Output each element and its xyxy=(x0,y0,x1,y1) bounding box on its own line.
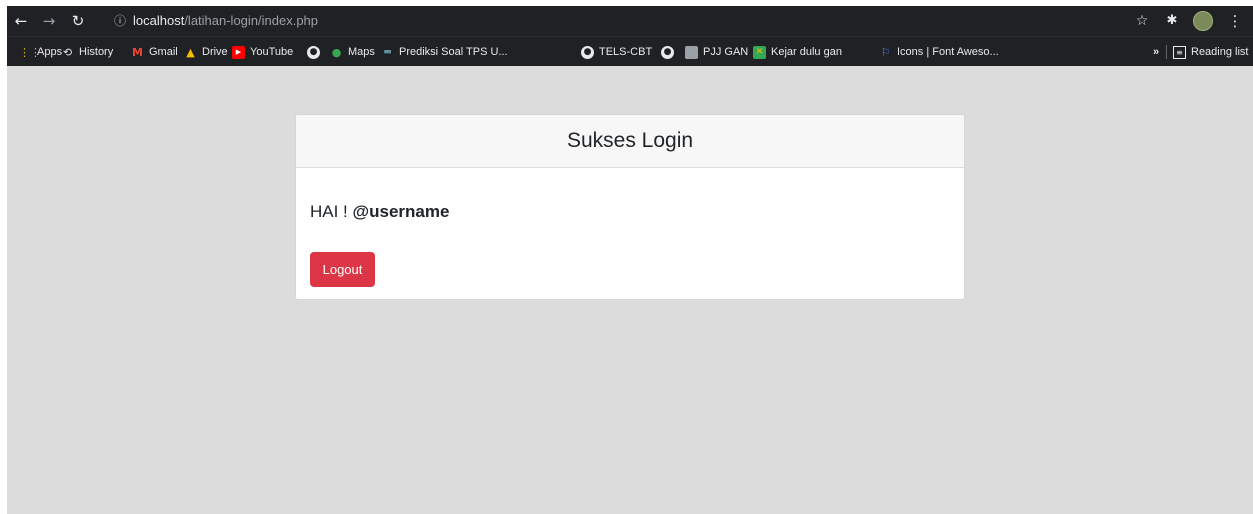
url-path: /latihan-login/index.php xyxy=(184,13,319,28)
globe-icon: ● xyxy=(661,45,674,59)
extensions-puzzle-icon[interactable]: ✱ xyxy=(1162,11,1182,31)
bookmark-label: History xyxy=(79,46,114,58)
greeting-prefix: HAI ! xyxy=(310,202,348,221)
bookmark-label: YouTube xyxy=(250,46,294,58)
bookmark-kejar[interactable]: ✕ Kejar dulu gan xyxy=(753,43,842,61)
browser-window: ← → ↻ ⓘ localhost/latihan-login/index.ph… xyxy=(7,6,1253,514)
reading-list-label: Reading list xyxy=(1191,46,1249,58)
bookmark-label: Apps xyxy=(37,46,63,58)
reading-list-icon: ≡ xyxy=(1173,45,1186,59)
bookmarks-divider xyxy=(1166,45,1167,59)
url-host: localhost xyxy=(133,13,185,28)
bookmark-label: Gmail xyxy=(149,46,178,58)
history-icon: ⟲ xyxy=(62,45,73,59)
profile-avatar[interactable] xyxy=(1193,11,1213,31)
maps-icon: ● xyxy=(331,45,342,59)
apps-grid-icon: ⋮⋮ xyxy=(19,45,41,59)
back-arrow-icon[interactable]: ← xyxy=(11,11,31,31)
kejar-icon: ✕ xyxy=(753,45,766,59)
card-header: Sukses Login xyxy=(296,115,964,168)
info-icon[interactable]: ⓘ xyxy=(112,13,128,29)
bookmark-history[interactable]: ⟲ History xyxy=(61,43,113,61)
bookmark-label: Maps xyxy=(348,46,375,58)
card-title: Sukses Login xyxy=(566,129,694,152)
youtube-icon: ▶ xyxy=(232,45,245,59)
bookmark-pjj-gan[interactable]: PJJ GAN xyxy=(685,43,748,61)
url-text: localhost/latihan-login/index.php xyxy=(133,13,318,29)
greeting-text: HAI ! @username xyxy=(310,201,449,223)
pjj-icon xyxy=(685,45,698,59)
more-bookmarks-button[interactable]: » xyxy=(1153,43,1159,61)
page-content: Sukses Login HAI ! @username Logout xyxy=(7,66,1253,514)
drive-icon: ▲ xyxy=(186,45,195,59)
address-bar[interactable]: ⓘ localhost/latihan-login/index.php xyxy=(102,10,1122,32)
reading-list-button[interactable]: ≡ Reading list xyxy=(1173,43,1248,61)
bookmark-label: PJJ GAN xyxy=(703,46,749,58)
username-text: @username xyxy=(352,202,450,221)
bookmark-tels-cbt[interactable]: ● TELS-CBT xyxy=(581,43,652,61)
bookmark-youtube[interactable]: ▶ YouTube xyxy=(232,43,293,61)
menu-kebab-icon[interactable]: ⋮ xyxy=(1225,11,1245,31)
globe-icon: ● xyxy=(581,45,594,59)
bookmark-label: Drive xyxy=(202,46,228,58)
logout-button[interactable]: Logout xyxy=(310,252,375,287)
gmail-icon: M xyxy=(132,45,143,59)
bookmark-globe-2[interactable]: ● xyxy=(661,43,679,61)
bookmark-label: Prediksi Soal TPS U... xyxy=(399,46,508,58)
forward-arrow-icon[interactable]: → xyxy=(39,11,59,31)
more-bookmarks-label: » xyxy=(1153,46,1160,58)
bookmark-icons-font-awesome[interactable]: ⚐ Icons | Font Aweso... xyxy=(879,43,999,61)
browser-toolbar: ← → ↻ ⓘ localhost/latihan-login/index.ph… xyxy=(7,6,1253,36)
bookmark-label: Kejar dulu gan xyxy=(771,46,842,58)
bookmark-globe[interactable]: ● xyxy=(307,43,325,61)
reload-icon[interactable]: ↻ xyxy=(68,11,88,31)
login-success-card: Sukses Login HAI ! @username Logout xyxy=(295,114,965,300)
prediksi-icon: ▬ xyxy=(383,46,392,57)
bookmark-label: Icons | Font Aweso... xyxy=(897,46,999,58)
bookmarks-bar: ⋮⋮ Apps ⟲ History M Gmail ▲ Drive ▶ YouT… xyxy=(7,36,1253,66)
bookmark-gmail[interactable]: M Gmail xyxy=(131,43,178,61)
bookmark-label: TELS-CBT xyxy=(599,46,653,58)
bookmark-star-icon[interactable]: ☆ xyxy=(1132,11,1152,31)
bookmark-prediksi[interactable]: ▬ Prediksi Soal TPS U... xyxy=(381,43,508,61)
bookmark-maps[interactable]: ● Maps xyxy=(330,43,375,61)
globe-icon: ● xyxy=(307,45,320,59)
bookmark-apps[interactable]: ⋮⋮ Apps xyxy=(19,43,62,61)
flag-icon: ⚐ xyxy=(880,45,891,59)
bookmark-drive[interactable]: ▲ Drive xyxy=(184,43,228,61)
